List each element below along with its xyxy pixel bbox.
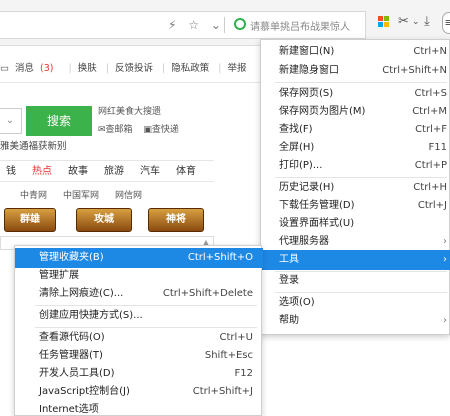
- search-hint[interactable]: 请慕单挑吕布战果惊人: [250, 18, 350, 33]
- link-item[interactable]: 中青网: [20, 191, 47, 201]
- tab-story[interactable]: 故事: [68, 166, 88, 177]
- nav-skin[interactable]: 换肤: [78, 63, 97, 74]
- site-links: 中青网 中国军网 网信网: [20, 188, 158, 201]
- chevron-right-icon: ›: [443, 315, 447, 326]
- tab-hot[interactable]: 热点: [32, 166, 52, 177]
- hot-search-link[interactable]: 网红美食大搜遗: [98, 104, 161, 117]
- submenu-item-dev-tools[interactable]: 开发人员工具(D) F12: [15, 364, 263, 384]
- menu-item-login[interactable]: 登录: [261, 271, 450, 291]
- game-banner[interactable]: 群雄: [4, 208, 56, 232]
- game-banner[interactable]: 神将: [148, 208, 204, 232]
- main-menu: 新建窗口(N) Ctrl+N 新建隐身窗口 Ctrl+Shift+N 保存网页(S)…: [260, 39, 450, 335]
- menu-item-ui-style[interactable]: 设置界面样式(U): [261, 214, 450, 234]
- menu-divider: [275, 82, 447, 83]
- link-item[interactable]: 网信网: [115, 191, 142, 201]
- mail-links: ✉查邮箱 ▣查快递: [98, 122, 187, 135]
- menu-item-new-window[interactable]: 新建窗口(N) Ctrl+N: [261, 42, 450, 62]
- menu-item-fullscreen[interactable]: 全屏(H) F11: [261, 138, 450, 158]
- submenu-item-js-console[interactable]: JavaScript控制台(J) Ctrl+Shift+J: [15, 382, 263, 402]
- express-link[interactable]: ▣查快递: [143, 125, 179, 135]
- menu-item-print[interactable]: 打印(P)... Ctrl+P: [261, 156, 450, 176]
- menu-item-save-page[interactable]: 保存网页(S) Ctrl+S: [261, 84, 450, 104]
- submenu-item-clear-history[interactable]: 清除上网痕迹(C)... Ctrl+Shift+Delete: [15, 284, 263, 304]
- submenu-item-create-shortcut[interactable]: 创建应用快捷方式(S)...: [15, 306, 263, 326]
- nav-msg[interactable]: 消息 (3): [15, 63, 59, 74]
- chevron-right-icon: ›: [443, 236, 447, 247]
- lightning-icon[interactable]: ⚡: [168, 18, 176, 32]
- submenu-item-manage-extensions[interactable]: 管理扩展: [15, 266, 263, 286]
- menu-item-options[interactable]: 选项(O): [261, 293, 450, 313]
- top-nav: ▭ 消息 (3) | 换肤 | 反馈投诉 | 隐私政策 | 举报: [0, 63, 247, 74]
- menu-button[interactable]: ≡: [442, 12, 450, 34]
- tab-sports[interactable]: 体育: [176, 166, 196, 177]
- menu-item-find[interactable]: 查找(F) Ctrl+F: [261, 120, 450, 140]
- tools-submenu: 管理收藏夹(B) Ctrl+Shift+O 管理扩展 清除上网痕迹(C)... Ct…: [14, 245, 263, 416]
- game-banner[interactable]: 攻城: [76, 208, 132, 232]
- nav-report[interactable]: 举报: [227, 63, 246, 74]
- nav-privacy[interactable]: 隐私政策: [171, 63, 209, 74]
- category-tabs: 钱 热点 故事 旅游 汽车 体育: [0, 160, 214, 182]
- submenu-item-manage-bookmarks[interactable]: 管理收藏夹(B) Ctrl+Shift+O: [15, 248, 263, 268]
- submenu-item-view-source[interactable]: 查看源代码(O) Ctrl+U: [15, 328, 263, 348]
- mail-icon: ▭: [0, 63, 9, 74]
- star-icon[interactable]: ☆: [188, 18, 199, 32]
- tab-car[interactable]: 汽车: [140, 166, 160, 177]
- tab-money[interactable]: 钱: [6, 166, 16, 177]
- address-bar[interactable]: ⚡ ☆ ⌄ 请慕单挑吕布战果惊人: [0, 11, 366, 39]
- cut-text: 雅美通福获新别: [0, 141, 67, 152]
- menu-item-downloads[interactable]: 下载任务管理(D) Ctrl+J: [261, 196, 450, 216]
- tab-travel[interactable]: 旅游: [104, 166, 124, 177]
- divider: [0, 82, 260, 83]
- submenu-item-task-manager[interactable]: 任务管理器(T) Shift+Esc: [15, 346, 263, 366]
- menu-item-tools[interactable]: 工具 ›: [261, 250, 450, 270]
- menu-item-history[interactable]: 历史记录(H) Ctrl+H: [261, 178, 450, 198]
- submenu-item-internet-options[interactable]: Internet选项: [15, 400, 263, 416]
- scissors-icon[interactable]: ✂: [398, 14, 409, 29]
- address-bar-icons: ⚡ ☆ ⌄: [168, 18, 229, 32]
- search-dropdown[interactable]: ⌄: [0, 108, 22, 134]
- chevron-down-icon[interactable]: ⌄: [211, 18, 221, 32]
- chevron-down-icon[interactable]: ⌄: [412, 17, 420, 27]
- apps-icon[interactable]: [378, 16, 390, 28]
- link-item[interactable]: 中国军网: [63, 191, 99, 201]
- download-icon[interactable]: ⤓: [424, 14, 430, 29]
- menu-item-new-incognito[interactable]: 新建隐身窗口 Ctrl+Shift+N: [261, 61, 450, 81]
- menu-item-help[interactable]: 帮助 ›: [261, 311, 450, 331]
- search-button[interactable]: 搜索: [26, 106, 92, 136]
- search-engine-icon[interactable]: [234, 18, 246, 30]
- chevron-right-icon: ›: [443, 254, 447, 265]
- nav-feedback[interactable]: 反馈投诉: [115, 63, 153, 74]
- mail-link[interactable]: ✉查邮箱: [98, 125, 133, 135]
- menu-item-save-as-image[interactable]: 保存网页为图片(M) Ctrl+M: [261, 102, 450, 122]
- menu-item-proxy[interactable]: 代理服务器 ›: [261, 232, 450, 252]
- divider: [224, 17, 225, 33]
